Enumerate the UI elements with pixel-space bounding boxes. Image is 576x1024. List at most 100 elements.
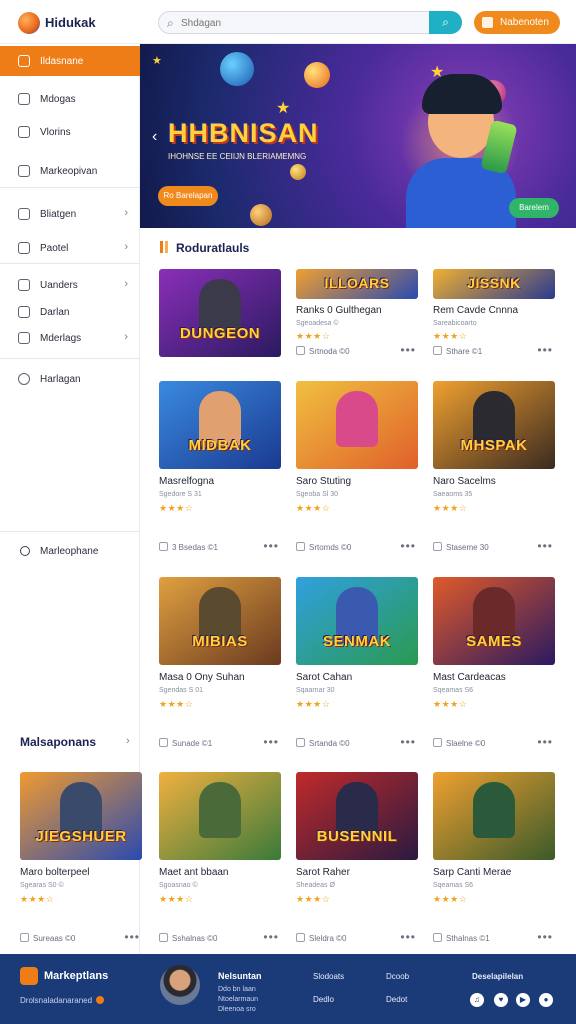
avatar[interactable] xyxy=(160,965,200,1005)
sidebar-item-2[interactable]: Mdogas xyxy=(0,84,140,114)
hero-cta-button[interactable]: Ro Barelapan xyxy=(158,186,218,206)
sidebar-item-4[interactable]: Markeopivan xyxy=(0,156,140,186)
more-options-icon[interactable]: ••• xyxy=(537,343,553,357)
more-options-icon[interactable]: ••• xyxy=(400,735,416,749)
more-options-icon[interactable]: ••• xyxy=(124,930,140,944)
footer-logo-icon[interactable] xyxy=(20,967,38,985)
music-icon[interactable]: ♫ xyxy=(470,993,484,1007)
game-card[interactable]: JIEGSHUER Maro bolterpeel Sgearas S0 © ★★★☆… xyxy=(20,772,142,952)
game-meta-text: Sureaas ©0 xyxy=(33,934,76,943)
game-title[interactable]: Sarp Canti Merae xyxy=(433,867,511,878)
wallet-icon xyxy=(482,17,493,28)
sidebar-item-lower[interactable]: Marleophane xyxy=(20,546,98,557)
game-title[interactable]: Maet ant bbaan xyxy=(159,867,229,878)
checkbox-icon[interactable] xyxy=(296,542,305,551)
dot-icon[interactable]: ● xyxy=(539,993,553,1007)
game-title[interactable]: Mast Cardeacas xyxy=(433,672,506,683)
checkbox-icon[interactable] xyxy=(296,346,305,355)
checkbox-icon[interactable] xyxy=(433,933,442,942)
more-options-icon[interactable]: ••• xyxy=(263,539,279,553)
search-button[interactable]: ⌕ xyxy=(429,11,462,34)
footer-link[interactable]: Slodoats xyxy=(313,972,344,981)
game-thumbnail[interactable] xyxy=(433,772,555,860)
game-card[interactable]: Saro Stuting Sgeoba Sl 30 ★★★☆ Srtomds ©0 ••… xyxy=(296,381,418,561)
brand-logo-icon[interactable] xyxy=(18,12,40,34)
sidebar-item-10[interactable]: Harlagan xyxy=(0,364,140,394)
game-thumbnail[interactable]: SENMAK xyxy=(296,577,418,665)
sidebar-item-label: Harlagan xyxy=(40,374,81,385)
checkbox-icon[interactable] xyxy=(296,933,305,942)
more-options-icon[interactable]: ••• xyxy=(400,343,416,357)
game-card[interactable]: MHSPAK Naro Sacelms Saeaoms 35 ★★★☆ Staseme … xyxy=(433,381,555,561)
game-card[interactable]: Maet ant bbaan Sgoasnao © ★★★☆ Sshalnas ©0 •… xyxy=(159,772,281,952)
chevron-right-icon[interactable]: › xyxy=(126,735,130,747)
game-title[interactable]: Sarot Cahan xyxy=(296,672,352,683)
game-thumbnail[interactable]: JIEGSHUER xyxy=(20,772,142,860)
home-icon xyxy=(18,55,30,67)
game-card[interactable]: SENMAK Sarot Cahan Sqaarnar 30 ★★★☆ Srtanda … xyxy=(296,577,418,757)
more-options-icon[interactable]: ••• xyxy=(537,735,553,749)
heart-icon[interactable]: ♥ xyxy=(494,993,508,1007)
header-action-button[interactable]: Nabenoten xyxy=(474,11,560,34)
game-title[interactable]: Maro bolterpeel xyxy=(20,867,89,878)
checkbox-icon[interactable] xyxy=(433,738,442,747)
hero-secondary-button[interactable]: Barelem xyxy=(509,198,559,218)
checkbox-icon[interactable] xyxy=(159,933,168,942)
game-thumbnail[interactable]: BUSENNIL xyxy=(296,772,418,860)
game-title[interactable]: Rem Cavde Cnnna xyxy=(433,305,518,316)
chevron-right-icon: › xyxy=(124,241,128,253)
game-title[interactable]: Saro Stuting xyxy=(296,476,351,487)
footer-link[interactable]: Dedlo xyxy=(313,995,334,1004)
more-options-icon[interactable]: ••• xyxy=(537,539,553,553)
game-card[interactable]: MIBIAS Masa 0 Ony Suhan Sgendas S 01 ★★★☆ Su… xyxy=(159,577,281,757)
game-thumbnail[interactable]: JISSNK xyxy=(433,269,555,299)
checkbox-icon[interactable] xyxy=(159,738,168,747)
footer-brand[interactable]: Markeptlans xyxy=(44,970,108,982)
game-thumbnail[interactable]: ILLOARS xyxy=(296,269,418,299)
checkbox-icon[interactable] xyxy=(159,542,168,551)
chevron-left-icon[interactable]: ‹ xyxy=(152,128,157,146)
game-thumbnail[interactable]: MIBIAS xyxy=(159,577,281,665)
game-title[interactable]: Naro Sacelms xyxy=(433,476,496,487)
more-options-icon[interactable]: ••• xyxy=(400,930,416,944)
footer-person-name[interactable]: Nelsuntan xyxy=(218,971,262,981)
game-title[interactable]: Sarot Raher xyxy=(296,867,350,878)
play-icon[interactable]: ▶ xyxy=(516,993,530,1007)
sidebar-item-5[interactable]: Bliatgen › xyxy=(0,199,140,229)
game-card[interactable]: BUSENNIL Sarot Raher Sheadeas Ø ★★★☆ Sleldra… xyxy=(296,772,418,952)
game-thumbnail[interactable]: MHSPAK xyxy=(433,381,555,469)
checkbox-icon[interactable] xyxy=(433,542,442,551)
footer-link[interactable]: Dcoob xyxy=(386,972,409,981)
brand-name[interactable]: Hidukak xyxy=(45,15,96,30)
sidebar-item-9[interactable]: Mderlags › xyxy=(0,323,140,353)
sidebar-section-title[interactable]: Malsaponans xyxy=(20,735,96,749)
game-thumbnail[interactable]: SAMES xyxy=(433,577,555,665)
game-title[interactable]: Masrelfogna xyxy=(159,476,214,487)
sidebar-item-6[interactable]: Paotel › xyxy=(0,233,140,263)
game-thumbnail[interactable] xyxy=(296,381,418,469)
sidebar-item-home[interactable]: Ildasnane xyxy=(0,46,140,76)
game-title[interactable]: Ranks 0 Gulthegan xyxy=(296,305,382,316)
hero-subtitle: IHOHNSE EE CEIIJN BLERIAMEMNG xyxy=(168,152,307,161)
footer-right-title[interactable]: Deselapilelan xyxy=(472,972,523,981)
sidebar-item-3[interactable]: Vlorins xyxy=(0,117,140,147)
more-options-icon[interactable]: ••• xyxy=(537,930,553,944)
game-card[interactable]: Sarp Canti Merae Sqeamas S6 ★★★☆ Sthalnas ©… xyxy=(433,772,555,952)
more-options-icon[interactable]: ••• xyxy=(263,930,279,944)
footer-link[interactable]: Dedot xyxy=(386,995,407,1004)
checkbox-icon[interactable] xyxy=(296,738,305,747)
game-thumbnail[interactable]: MIDBAK xyxy=(159,381,281,469)
sidebar-item-7[interactable]: Uanders › xyxy=(0,270,140,300)
search-bar[interactable]: ⌕ ⌕ xyxy=(158,11,462,34)
checkbox-icon[interactable] xyxy=(20,933,29,942)
search-input[interactable] xyxy=(181,15,421,31)
game-thumbnail[interactable] xyxy=(159,772,281,860)
game-card[interactable]: MIDBAK Masrelfogna Sgedore S 31 ★★★☆ 3 Bseda… xyxy=(159,381,281,561)
more-options-icon[interactable]: ••• xyxy=(263,735,279,749)
more-options-icon[interactable]: ••• xyxy=(400,539,416,553)
hero-banner[interactable]: ★ ★ ★ ‹ HHBNISAN IHOHNSE EE CEIIJN BLERI… xyxy=(140,44,576,228)
game-card[interactable]: SAMES Mast Cardeacas Sqeamas S6 ★★★☆ Slaelne… xyxy=(433,577,555,757)
game-thumbnail[interactable]: DUNGEON xyxy=(159,269,281,357)
checkbox-icon[interactable] xyxy=(433,346,442,355)
game-title[interactable]: Masa 0 Ony Suhan xyxy=(159,672,245,683)
